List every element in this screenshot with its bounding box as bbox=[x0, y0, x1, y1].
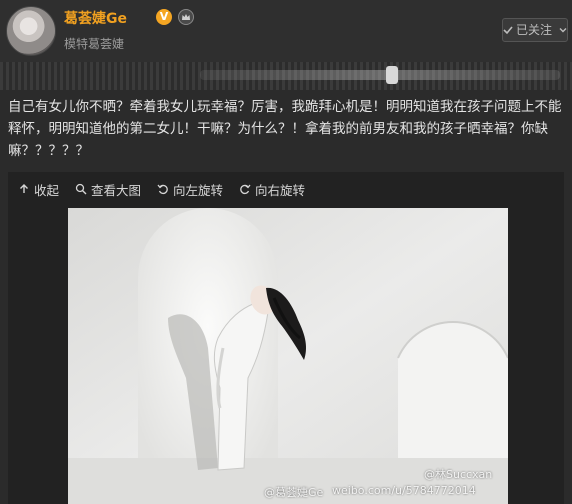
media-toolbar: 收起 查看大图 向左旋转 向右旋转 bbox=[8, 172, 564, 206]
post-photo[interactable]: @葛荟婕Ge weibo.com/u/5784772014 @林Succxan bbox=[68, 208, 508, 504]
view-large-label: 查看大图 bbox=[91, 182, 142, 198]
blurred-mark bbox=[386, 66, 398, 84]
rotate-left-icon bbox=[157, 184, 168, 195]
photo-illustration bbox=[68, 208, 508, 504]
collapse-label: 收起 bbox=[34, 182, 60, 198]
follow-label: 已关注 bbox=[516, 23, 553, 37]
blurred-separator bbox=[0, 62, 572, 90]
watermark-url: weibo.com/u/5784772014 bbox=[332, 484, 476, 497]
search-icon bbox=[75, 183, 87, 195]
verified-icon: V bbox=[156, 9, 172, 25]
rotate-right-label: 向右旋转 bbox=[255, 182, 306, 198]
arrow-up-icon bbox=[20, 184, 28, 193]
watermark-photographer: @林Succxan bbox=[424, 468, 493, 481]
watermark-user: @葛荟婕Ge bbox=[264, 486, 324, 499]
follow-button[interactable]: 已关注 bbox=[502, 18, 568, 42]
crown-icon bbox=[178, 9, 194, 25]
user-subtitle: 模特葛荟婕 bbox=[64, 37, 125, 51]
rotate-right-icon bbox=[240, 184, 251, 195]
avatar[interactable] bbox=[6, 6, 56, 56]
blurred-text bbox=[200, 70, 560, 80]
rotate-left-button[interactable]: 向左旋转 bbox=[157, 180, 223, 199]
media-panel: 收起 查看大图 向左旋转 向右旋转 @葛荟婕Ge weibo.com/u/578… bbox=[8, 172, 564, 504]
check-icon bbox=[503, 26, 513, 35]
chevron-down-icon bbox=[559, 28, 567, 33]
view-large-button[interactable]: 查看大图 bbox=[75, 180, 141, 199]
username[interactable]: 葛荟婕Ge bbox=[64, 8, 127, 28]
rotate-left-label: 向左旋转 bbox=[173, 182, 224, 198]
post-header: 葛荟婕Ge V 模特葛荟婕 已关注 bbox=[0, 0, 572, 62]
collapse-button[interactable]: 收起 bbox=[18, 180, 59, 199]
rotate-right-button[interactable]: 向右旋转 bbox=[239, 180, 305, 199]
post-text: 自己有女儿你不晒？牵着我女儿玩幸福？厉害，我跪拜心机是！明明知道我在孩子问题上不… bbox=[8, 99, 562, 159]
